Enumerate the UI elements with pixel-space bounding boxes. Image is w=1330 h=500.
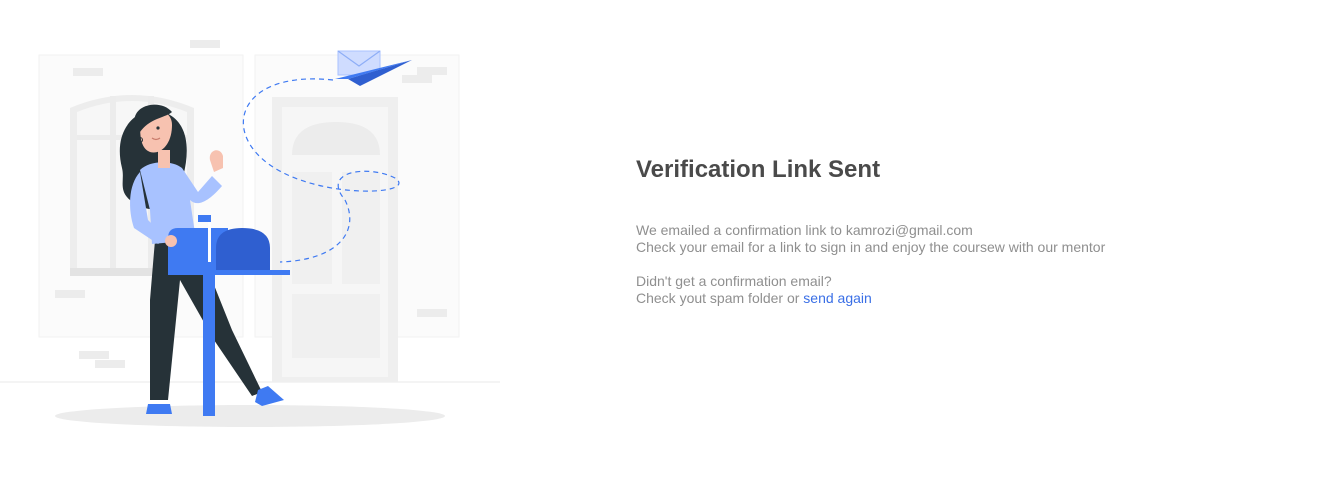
resend-question: Didn't get a confirmation email? — [636, 273, 832, 289]
door — [272, 97, 398, 382]
confirmation-message: We emailed a confirmation link to kamroz… — [636, 222, 1276, 256]
confirmation-line-email: We emailed a confirmation link to kamroz… — [636, 222, 973, 238]
confirmation-line-instructions: Check your email for a link to sign in a… — [636, 239, 1106, 255]
left-shoe — [146, 404, 172, 414]
mailbox-flag — [198, 215, 211, 222]
page-title: Verification Link Sent — [636, 156, 881, 183]
send-again-link[interactable]: send again — [803, 290, 872, 306]
resend-hint-line: Check yout spam folder or send again — [636, 290, 1276, 307]
verification-page: Verification Link Sent We emailed a conf… — [0, 0, 1330, 500]
ground-shadow — [55, 405, 445, 427]
verification-content: Verification Link Sent We emailed a conf… — [636, 155, 1276, 307]
resend-section: Didn't get a confirmation email? Check y… — [636, 273, 1276, 307]
resend-hint: Check yout spam folder or — [636, 290, 804, 306]
woman-mailbox-illustration — [0, 40, 500, 427]
